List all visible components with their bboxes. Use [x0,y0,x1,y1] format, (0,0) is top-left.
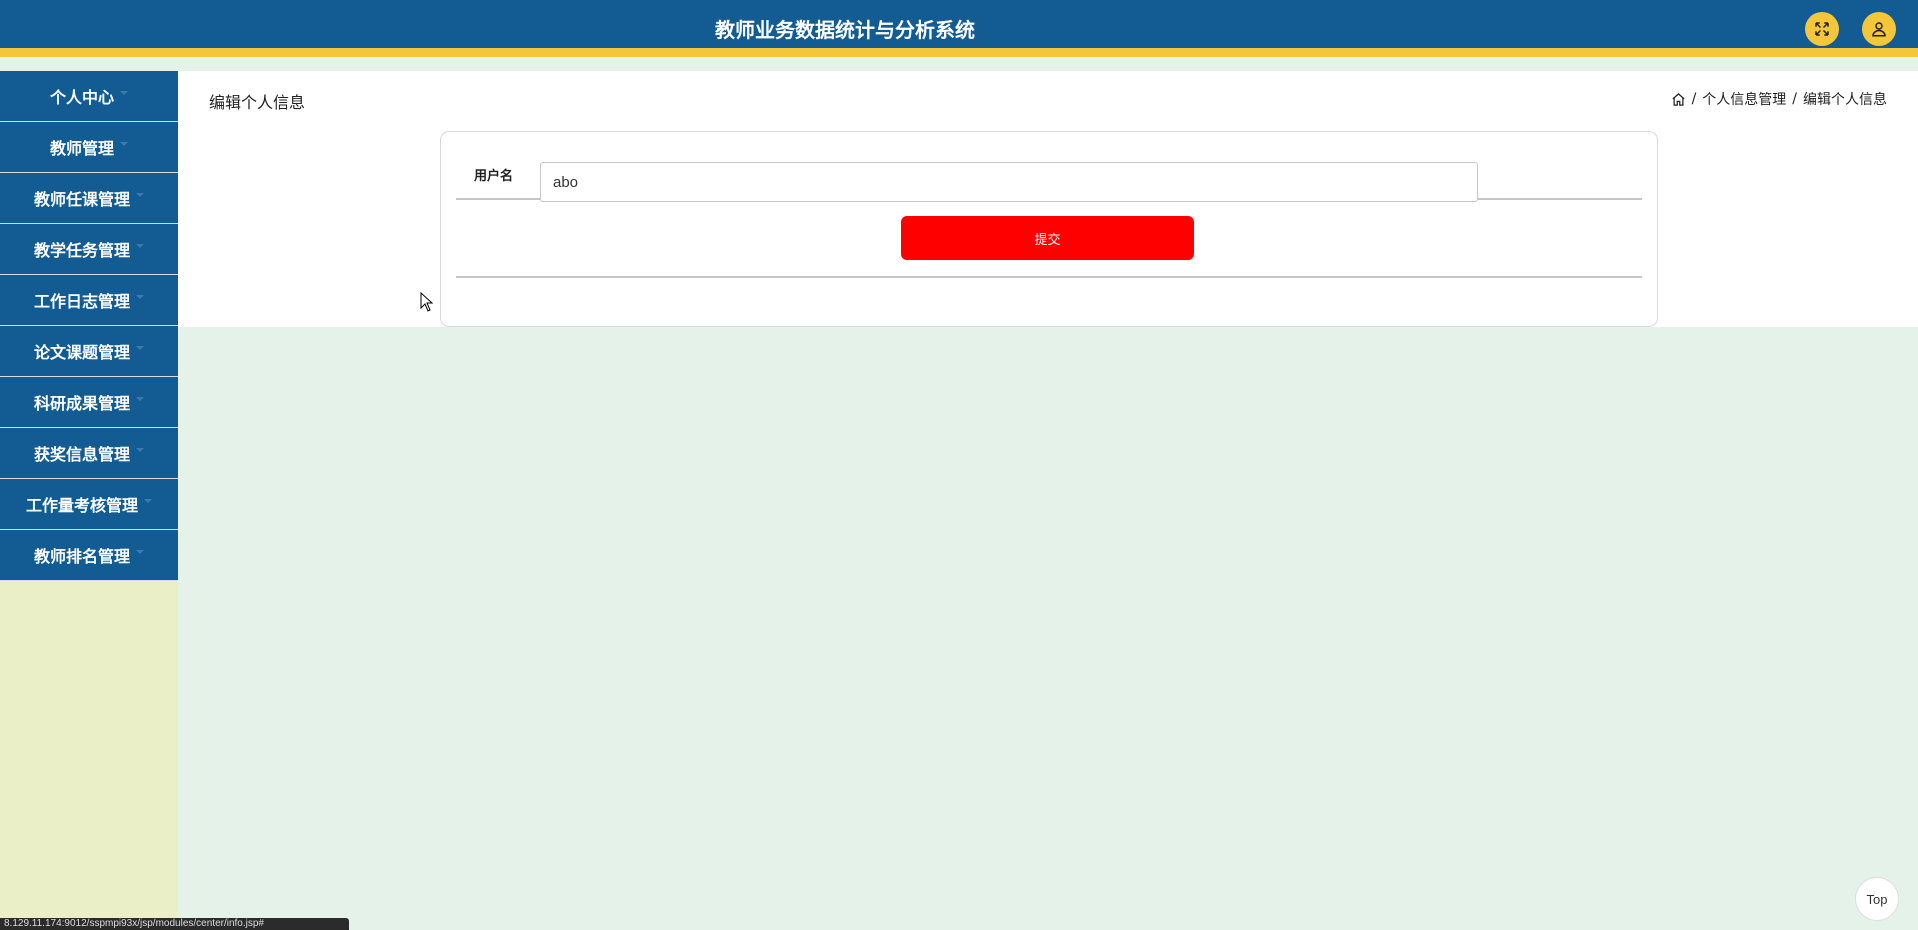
submit-row: 提交 [456,202,1642,278]
breadcrumb-separator: / [1792,91,1797,107]
edit-form-card: 用户名 提交 [440,131,1658,327]
caret-down-icon [144,499,152,503]
caret-down-icon [136,193,144,197]
home-icon[interactable] [1671,92,1686,107]
sidebar-item-award-info[interactable]: 获奖信息管理 [0,428,178,479]
breadcrumb-item-personal-info[interactable]: 个人信息管理 [1702,89,1786,109]
sidebar-item-label: 获奖信息管理 [33,445,130,464]
username-input[interactable] [540,162,1478,202]
mouse-cursor-icon [420,292,434,312]
sidebar-item-label: 教师任课管理 [33,190,130,209]
sidebar-item-paper-topic[interactable]: 论文课题管理 [0,326,178,377]
sidebar-item-work-log[interactable]: 工作日志管理 [0,275,178,326]
sidebar-item-teacher-ranking[interactable]: 教师排名管理 [0,530,178,581]
username-row: 用户名 [456,148,1642,202]
status-bar-url: 8.129.11.174:9012/sspmpi93x/jsp/modules/… [0,918,349,930]
sidebar-item-label: 论文课题管理 [33,343,130,362]
caret-down-icon [136,550,144,554]
fullscreen-button[interactable] [1805,12,1839,46]
caret-down-icon [120,91,128,95]
page-title: 编辑个人信息 [209,93,306,112]
sidebar-item-teaching-task[interactable]: 教学任务管理 [0,224,178,275]
back-to-top-button[interactable]: Top [1855,877,1899,921]
sidebar-item-teacher-management[interactable]: 教师管理 [0,122,178,173]
caret-down-icon [120,142,128,146]
breadcrumb-item-current: 编辑个人信息 [1803,92,1887,108]
caret-down-icon [136,346,144,350]
sidebar-item-personal-center[interactable]: 个人中心 [0,71,178,122]
caret-down-icon [136,397,144,401]
sidebar-item-label: 工作量考核管理 [25,496,138,515]
breadcrumb-separator: / [1691,91,1697,107]
top-header: 教师业务数据统计与分析系统 [0,0,1918,57]
sidebar-item-label: 教学任务管理 [33,241,130,260]
main-content: 编辑个人信息 / 个人信息管理 / 编辑个人信息 用户名 提交 [178,71,1918,327]
fullscreen-icon [1815,22,1829,36]
sidebar-item-workload-assessment[interactable]: 工作量考核管理 [0,479,178,530]
sidebar: 个人中心 教师管理 教师任课管理 教学任务管理 工作日志管理 论文课题管理 科研… [0,71,178,930]
username-label: 用户名 [474,169,514,184]
sidebar-item-teaching-course[interactable]: 教师任课管理 [0,173,178,224]
user-icon [1872,22,1886,37]
sidebar-item-label: 教师排名管理 [33,547,130,566]
sidebar-menu: 个人中心 教师管理 教师任课管理 教学任务管理 工作日志管理 论文课题管理 科研… [0,71,178,581]
caret-down-icon [136,448,144,452]
caret-down-icon [136,295,144,299]
sidebar-item-label: 教师管理 [49,139,114,158]
sidebar-item-label: 工作日志管理 [33,292,130,311]
sidebar-item-research-result[interactable]: 科研成果管理 [0,377,178,428]
breadcrumb: / 个人信息管理 / 编辑个人信息 [1671,89,1887,109]
user-button[interactable] [1862,12,1896,46]
app-title: 教师业务数据统计与分析系统 [715,18,975,42]
sidebar-item-label: 个人中心 [49,88,114,107]
submit-button[interactable]: 提交 [901,216,1194,260]
sidebar-item-label: 科研成果管理 [33,394,130,413]
caret-down-icon [136,244,144,248]
